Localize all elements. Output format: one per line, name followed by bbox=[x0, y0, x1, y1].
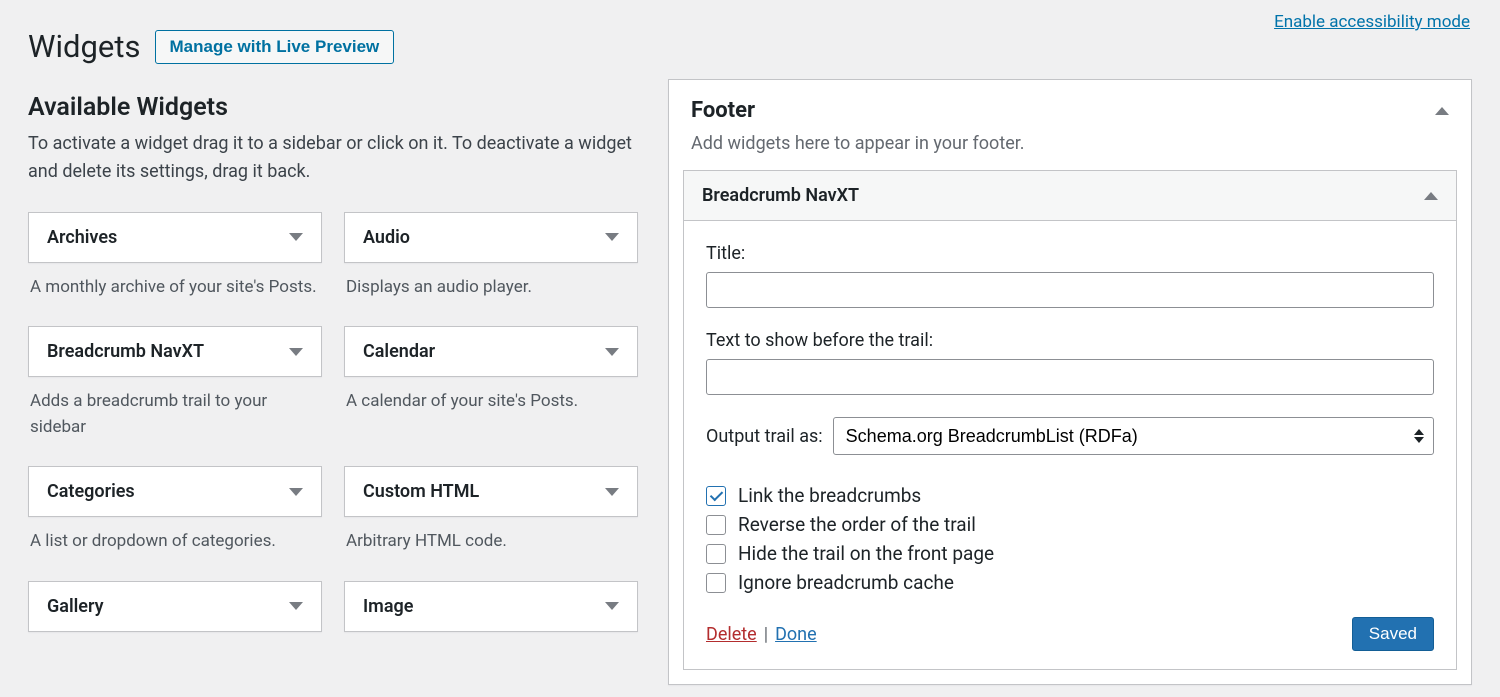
accessibility-mode-link[interactable]: Enable accessibility mode bbox=[1274, 12, 1470, 32]
chevron-down-icon bbox=[289, 488, 303, 496]
widget-gallery[interactable]: Gallery bbox=[28, 581, 322, 632]
widget-label: Calendar bbox=[363, 341, 435, 362]
widget-audio[interactable]: Audio bbox=[344, 212, 638, 263]
ignore-cache-checkbox[interactable] bbox=[706, 573, 726, 593]
before-trail-label: Text to show before the trail: bbox=[706, 330, 1434, 351]
hide-front-page-checkbox[interactable] bbox=[706, 544, 726, 564]
chevron-down-icon bbox=[605, 348, 619, 356]
widget-categories[interactable]: Categories bbox=[28, 466, 322, 517]
chevron-down-icon bbox=[605, 233, 619, 241]
widget-desc: Displays an audio player. bbox=[344, 263, 638, 327]
output-trail-label: Output trail as: bbox=[706, 426, 823, 447]
chevron-down-icon bbox=[289, 348, 303, 356]
sidebar-desc: Add widgets here to appear in your foote… bbox=[669, 123, 1471, 170]
manage-live-preview-button[interactable]: Manage with Live Preview bbox=[155, 30, 395, 64]
widget-custom-html[interactable]: Custom HTML bbox=[344, 466, 638, 517]
chevron-down-icon bbox=[289, 233, 303, 241]
delete-link[interactable]: Delete bbox=[706, 624, 757, 645]
sidebar-header[interactable]: Footer bbox=[669, 80, 1471, 123]
chevron-down-icon bbox=[289, 602, 303, 610]
link-breadcrumbs-checkbox[interactable] bbox=[706, 486, 726, 506]
widget-label: Archives bbox=[47, 227, 117, 248]
available-widgets-heading: Available Widgets bbox=[28, 93, 638, 122]
widget-instance-title: Breadcrumb NavXT bbox=[702, 185, 859, 206]
widget-breadcrumb-navxt[interactable]: Breadcrumb NavXT bbox=[28, 326, 322, 377]
widget-desc: A monthly archive of your site's Posts. bbox=[28, 263, 322, 327]
widget-instance-breadcrumb-navxt: Breadcrumb NavXT Title: Text to show bef… bbox=[683, 170, 1457, 670]
reverse-order-label: Reverse the order of the trail bbox=[738, 513, 976, 536]
widget-instance-toggle[interactable]: Breadcrumb NavXT bbox=[684, 171, 1456, 221]
chevron-down-icon bbox=[605, 602, 619, 610]
title-label: Title: bbox=[706, 243, 1434, 264]
widget-label: Gallery bbox=[47, 596, 104, 617]
link-breadcrumbs-label: Link the breadcrumbs bbox=[738, 484, 921, 507]
widget-label: Categories bbox=[47, 481, 135, 502]
before-trail-input[interactable] bbox=[706, 359, 1434, 395]
sidebar-title: Footer bbox=[691, 98, 755, 123]
available-widgets-desc: To activate a widget drag it to a sideba… bbox=[28, 130, 638, 186]
hide-front-page-label: Hide the trail on the front page bbox=[738, 542, 994, 565]
widget-label: Image bbox=[363, 596, 413, 617]
saved-button[interactable]: Saved bbox=[1352, 617, 1434, 651]
done-link[interactable]: Done bbox=[775, 624, 817, 645]
ignore-cache-label: Ignore breadcrumb cache bbox=[738, 571, 954, 594]
reverse-order-checkbox[interactable] bbox=[706, 515, 726, 535]
widget-desc: A calendar of your site's Posts. bbox=[344, 377, 638, 441]
sidebar-footer-area: Footer Add widgets here to appear in you… bbox=[668, 79, 1472, 685]
widget-archives[interactable]: Archives bbox=[28, 212, 322, 263]
page-title: Widgets bbox=[28, 28, 141, 65]
widget-label: Breadcrumb NavXT bbox=[47, 341, 204, 362]
widget-calendar[interactable]: Calendar bbox=[344, 326, 638, 377]
widget-desc: Adds a breadcrumb trail to your sidebar bbox=[28, 377, 322, 466]
widget-label: Custom HTML bbox=[363, 481, 479, 502]
title-input[interactable] bbox=[706, 272, 1434, 308]
widget-desc: A list or dropdown of categories. bbox=[28, 517, 322, 581]
chevron-down-icon bbox=[605, 488, 619, 496]
chevron-up-icon bbox=[1435, 107, 1449, 115]
chevron-up-icon bbox=[1424, 192, 1438, 200]
separator: | bbox=[761, 624, 771, 645]
widget-desc: Arbitrary HTML code. bbox=[344, 517, 638, 581]
widget-label: Audio bbox=[363, 227, 410, 248]
output-trail-select[interactable]: Schema.org BreadcrumbList (RDFa) bbox=[833, 417, 1434, 455]
widget-image[interactable]: Image bbox=[344, 581, 638, 632]
